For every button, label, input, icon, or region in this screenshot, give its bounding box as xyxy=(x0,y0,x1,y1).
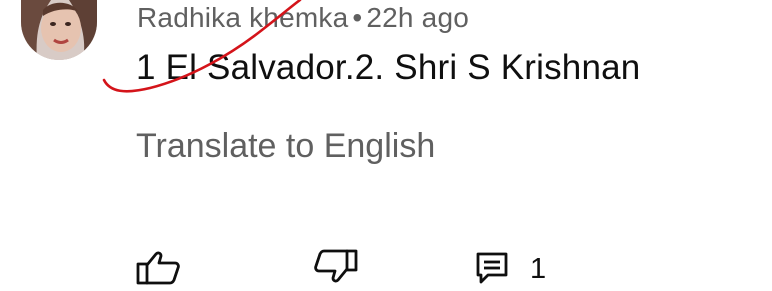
comment-meta: Radhika khemka • 22h ago xyxy=(137,2,469,34)
comment-item: Radhika khemka • 22h ago 1 El Salvador.2. … xyxy=(0,0,772,285)
thumbs-down-icon xyxy=(314,249,358,283)
avatar-photo xyxy=(21,0,97,60)
translate-button[interactable]: Translate to English xyxy=(136,127,435,166)
meta-separator: • xyxy=(352,2,363,33)
thumbs-up-icon xyxy=(136,251,180,285)
author-name[interactable]: Radhika khemka xyxy=(137,2,348,33)
dislike-button[interactable] xyxy=(311,248,359,289)
reply-count: 1 xyxy=(530,253,547,285)
comment-text: 1 El Salvador.2. Shri S Krishnan xyxy=(136,48,641,87)
comment-actions: 1 xyxy=(0,240,772,285)
comment-icon xyxy=(476,252,508,284)
comment-timestamp[interactable]: 22h ago xyxy=(366,2,469,33)
avatar[interactable] xyxy=(21,0,97,60)
